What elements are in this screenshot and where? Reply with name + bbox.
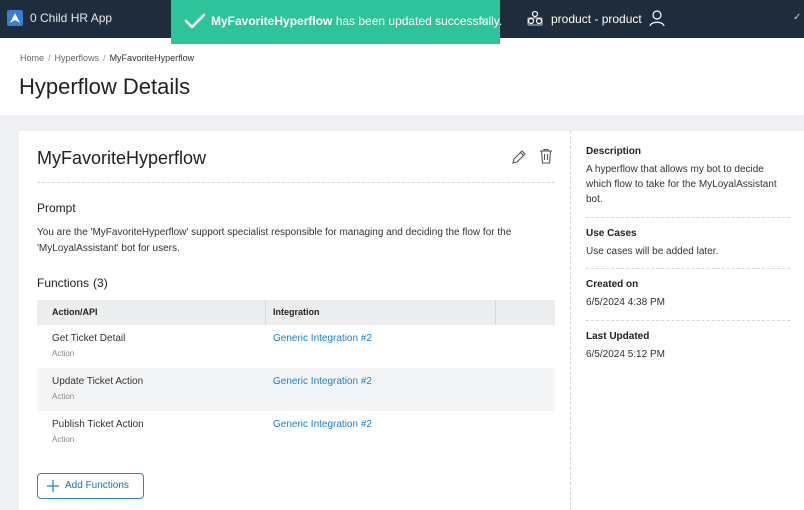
toast-message-text: has been updated successfully. — [332, 14, 503, 28]
use-cases-label: Use Cases — [586, 228, 637, 239]
column-header-integration[interactable]: Integration — [273, 307, 320, 317]
plus-icon — [46, 479, 60, 498]
function-type: Action — [52, 392, 75, 401]
breadcrumb-separator: / — [48, 53, 51, 63]
app-logo-icon[interactable] — [7, 10, 23, 26]
created-section: Created on 6/5/2024 4:38 PM — [586, 279, 790, 310]
panel-divider — [570, 131, 571, 510]
organization-name[interactable]: product - product — [551, 12, 642, 26]
organization-icon[interactable] — [527, 10, 543, 31]
add-functions-label: Add Functions — [65, 480, 129, 491]
table-row[interactable]: Publish Ticket Action Action Generic Int… — [37, 411, 555, 454]
breadcrumb-separator: / — [103, 53, 106, 63]
toast-message: MyFavoriteHyperflow has been updated suc… — [211, 14, 502, 28]
prompt-text: You are the 'MyFavoriteHyperflow' suppor… — [37, 227, 512, 254]
use-cases-section: Use Cases Use cases will be added later. — [586, 228, 790, 259]
created-label: Created on — [586, 279, 639, 290]
created-value: 6/5/2024 4:38 PM — [586, 297, 665, 308]
section-divider — [586, 268, 790, 269]
page-title: Hyperflow Details — [19, 74, 191, 99]
functions-table: Action/API Integration Get Ticket Detail… — [37, 300, 555, 454]
function-type: Action — [52, 435, 75, 444]
user-icon[interactable] — [648, 9, 666, 32]
trash-icon[interactable] — [539, 148, 553, 169]
functions-count: (3) — [93, 276, 108, 290]
last-updated-section: Last Updated 6/5/2024 5:12 PM — [586, 331, 790, 362]
hyperflow-name: MyFavoriteHyperflow — [37, 148, 207, 168]
description-section: Description A hyperflow that allows my b… — [586, 146, 790, 207]
prompt-heading: Prompt — [37, 201, 76, 215]
table-row[interactable]: Update Ticket Action Action Generic Inte… — [37, 368, 555, 411]
table-row[interactable]: Get Ticket Detail Action Generic Integra… — [37, 325, 555, 368]
app-name[interactable]: 0 Child HR App — [30, 11, 112, 25]
section-divider — [586, 320, 790, 321]
pencil-icon[interactable] — [511, 149, 527, 170]
last-updated-value: 6/5/2024 5:12 PM — [586, 349, 665, 360]
integration-link[interactable]: Generic Integration #2 — [273, 376, 372, 387]
check-icon — [184, 12, 206, 35]
add-functions-button[interactable]: Add Functions — [37, 473, 144, 499]
breadcrumb: Home / Hyperflows / MyFavoriteHyperflow — [20, 53, 194, 63]
description-value: A hyperflow that allows my bot to decide… — [586, 164, 777, 205]
breadcrumb-current: MyFavoriteHyperflow — [109, 53, 195, 63]
functions-heading: Functions (3) — [37, 276, 108, 290]
function-name: Publish Ticket Action — [52, 419, 144, 430]
functions-label: Functions — [37, 276, 90, 290]
breadcrumb-home[interactable]: Home — [20, 53, 44, 63]
function-name: Get Ticket Detail — [52, 333, 126, 344]
breadcrumb-hyperflows[interactable]: Hyperflows — [55, 53, 100, 63]
section-divider — [586, 217, 790, 218]
integration-link[interactable]: Generic Integration #2 — [273, 419, 372, 430]
success-toast: MyFavoriteHyperflow has been updated suc… — [171, 0, 502, 44]
column-header-action-api[interactable]: Action/API — [52, 307, 98, 317]
toast-hyperflow-name: MyFavoriteHyperflow — [211, 14, 333, 28]
use-cases-value: Use cases will be added later. — [586, 246, 719, 257]
description-label: Description — [586, 146, 642, 157]
close-icon[interactable]: × — [480, 13, 488, 28]
table-header: Action/API Integration — [37, 300, 555, 325]
function-name: Update Ticket Action — [52, 376, 144, 387]
column-separator — [495, 300, 496, 325]
title-divider — [37, 182, 555, 183]
last-updated-label: Last Updated — [586, 331, 650, 342]
checkmark-icon: ✓ — [793, 12, 802, 23]
column-separator — [265, 300, 266, 325]
integration-link[interactable]: Generic Integration #2 — [273, 333, 372, 344]
function-type: Action — [52, 349, 75, 358]
